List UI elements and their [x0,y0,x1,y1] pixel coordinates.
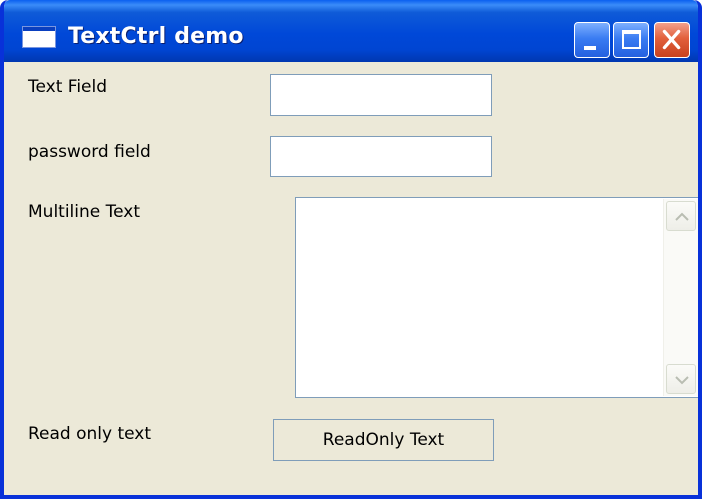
text-field-label: Text Field [28,77,108,97]
maximize-icon [622,30,641,49]
password-field-label: password field [28,142,151,162]
window-icon[interactable] [22,26,56,48]
password-field-input[interactable] [270,136,492,177]
text-field-input[interactable] [270,74,492,116]
title-bar[interactable]: TextCtrl demo [4,0,698,62]
scroll-down-button[interactable] [666,364,696,394]
close-icon [662,29,681,50]
multiline-text-label: Multiline Text [28,202,141,222]
read-only-text-field[interactable]: ReadOnly Text [273,419,494,461]
minimize-icon [584,46,596,50]
app-window: TextCtrl demo Text Field password field … [0,0,702,499]
minimize-button[interactable] [574,22,610,58]
scroll-up-arrow-icon [675,212,689,221]
vertical-scrollbar[interactable] [663,199,698,396]
scroll-up-button[interactable] [666,201,696,231]
read-only-text-label: Read only text [28,424,152,444]
maximize-button[interactable] [613,22,649,58]
scroll-down-arrow-icon [675,376,689,385]
multiline-text-area[interactable] [295,197,698,398]
close-button[interactable] [654,22,690,58]
window-title: TextCtrl demo [68,24,244,49]
